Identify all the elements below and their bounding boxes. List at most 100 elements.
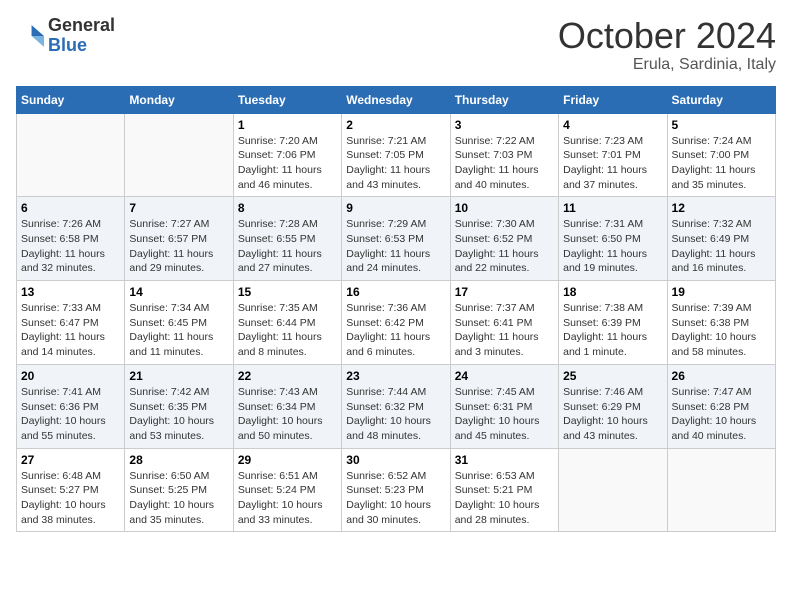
calendar-header-cell: Saturday (667, 86, 775, 113)
day-content: Sunrise: 7:47 AM Sunset: 6:28 PM Dayligh… (672, 385, 771, 444)
title-block: October 2024 Erula, Sardinia, Italy (558, 16, 776, 74)
day-number: 23 (346, 369, 445, 383)
calendar-week-row: 1Sunrise: 7:20 AM Sunset: 7:06 PM Daylig… (17, 113, 776, 197)
calendar-cell: 29Sunrise: 6:51 AM Sunset: 5:24 PM Dayli… (233, 448, 341, 532)
calendar-week-row: 20 Sunrise: 7:41 AM Sunset: 6:36 PM Dayli… (17, 364, 776, 448)
day-number: 18 (563, 285, 662, 299)
day-content: Sunrise: 7:34 AM Sunset: 6:45 PM Dayligh… (129, 301, 228, 360)
calendar-cell: 9 Sunrise: 7:29 AM Sunset: 6:53 PM Daylig… (342, 197, 450, 281)
day-content: Sunrise: 6:52 AM Sunset: 5:23 PM Dayligh… (346, 469, 445, 528)
day-number: 28 (129, 453, 228, 467)
day-content: Sunrise: 7:27 AM Sunset: 6:57 PM Dayligh… (129, 217, 228, 276)
calendar-cell: 19Sunrise: 7:39 AM Sunset: 6:38 PM Dayli… (667, 281, 775, 365)
day-content: Sunrise: 7:28 AM Sunset: 6:55 PM Dayligh… (238, 217, 337, 276)
calendar-cell (17, 113, 125, 197)
calendar-cell (125, 113, 233, 197)
day-number: 31 (455, 453, 554, 467)
logo-icon (16, 22, 44, 50)
day-number: 20 (21, 369, 120, 383)
calendar-header-cell: Thursday (450, 86, 558, 113)
day-content: Sunrise: 7:32 AM Sunset: 6:49 PM Dayligh… (672, 217, 771, 276)
day-content: Sunrise: 6:53 AM Sunset: 5:21 PM Dayligh… (455, 469, 554, 528)
day-content: Sunrise: 7:41 AM Sunset: 6:36 PM Dayligh… (21, 385, 120, 444)
day-content: Sunrise: 6:50 AM Sunset: 5:25 PM Dayligh… (129, 469, 228, 528)
calendar-table: SundayMondayTuesdayWednesdayThursdayFrid… (16, 86, 776, 533)
calendar-header-cell: Sunday (17, 86, 125, 113)
calendar-header-row: SundayMondayTuesdayWednesdayThursdayFrid… (17, 86, 776, 113)
day-number: 22 (238, 369, 337, 383)
day-content: Sunrise: 7:29 AM Sunset: 6:53 PM Dayligh… (346, 217, 445, 276)
day-number: 7 (129, 201, 228, 215)
calendar-cell: 6 Sunrise: 7:26 AM Sunset: 6:58 PM Daylig… (17, 197, 125, 281)
day-number: 25 (563, 369, 662, 383)
calendar-week-row: 27Sunrise: 6:48 AM Sunset: 5:27 PM Dayli… (17, 448, 776, 532)
calendar-cell: 24 Sunrise: 7:45 AM Sunset: 6:31 PM Dayli… (450, 364, 558, 448)
calendar-cell: 7 Sunrise: 7:27 AM Sunset: 6:57 PM Daylig… (125, 197, 233, 281)
day-number: 10 (455, 201, 554, 215)
day-number: 5 (672, 118, 771, 132)
month-title: October 2024 (558, 16, 776, 56)
calendar-cell: 2Sunrise: 7:21 AM Sunset: 7:05 PM Daylig… (342, 113, 450, 197)
day-number: 19 (672, 285, 771, 299)
day-number: 12 (672, 201, 771, 215)
calendar-cell: 28 Sunrise: 6:50 AM Sunset: 5:25 PM Dayli… (125, 448, 233, 532)
calendar-cell: 20 Sunrise: 7:41 AM Sunset: 6:36 PM Dayli… (17, 364, 125, 448)
location: Erula, Sardinia, Italy (558, 56, 776, 74)
calendar-cell (559, 448, 667, 532)
calendar-cell: 8 Sunrise: 7:28 AM Sunset: 6:55 PM Daylig… (233, 197, 341, 281)
day-content: Sunrise: 7:30 AM Sunset: 6:52 PM Dayligh… (455, 217, 554, 276)
day-number: 14 (129, 285, 228, 299)
calendar-cell (667, 448, 775, 532)
day-number: 11 (563, 201, 662, 215)
day-number: 26 (672, 369, 771, 383)
day-content: Sunrise: 6:51 AM Sunset: 5:24 PM Dayligh… (238, 469, 337, 528)
calendar-cell: 30 Sunrise: 6:52 AM Sunset: 5:23 PM Dayli… (342, 448, 450, 532)
calendar-cell: 27Sunrise: 6:48 AM Sunset: 5:27 PM Dayli… (17, 448, 125, 532)
calendar-header-cell: Tuesday (233, 86, 341, 113)
day-number: 16 (346, 285, 445, 299)
day-number: 9 (346, 201, 445, 215)
calendar-cell: 14 Sunrise: 7:34 AM Sunset: 6:45 PM Dayli… (125, 281, 233, 365)
day-number: 6 (21, 201, 120, 215)
calendar-cell: 17Sunrise: 7:37 AM Sunset: 6:41 PM Dayli… (450, 281, 558, 365)
day-number: 30 (346, 453, 445, 467)
day-content: Sunrise: 7:42 AM Sunset: 6:35 PM Dayligh… (129, 385, 228, 444)
calendar-header-cell: Friday (559, 86, 667, 113)
day-content: Sunrise: 7:45 AM Sunset: 6:31 PM Dayligh… (455, 385, 554, 444)
logo: General Blue (16, 16, 115, 56)
page-header: General Blue October 2024 Erula, Sardini… (16, 16, 776, 74)
calendar-cell: 12 Sunrise: 7:32 AM Sunset: 6:49 PM Dayli… (667, 197, 775, 281)
day-number: 24 (455, 369, 554, 383)
calendar-cell: 11 Sunrise: 7:31 AM Sunset: 6:50 PM Dayli… (559, 197, 667, 281)
calendar-cell: 22 Sunrise: 7:43 AM Sunset: 6:34 PM Dayli… (233, 364, 341, 448)
day-number: 1 (238, 118, 337, 132)
calendar-cell: 21Sunrise: 7:42 AM Sunset: 6:35 PM Dayli… (125, 364, 233, 448)
calendar-cell: 4 Sunrise: 7:23 AM Sunset: 7:01 PM Daylig… (559, 113, 667, 197)
day-content: Sunrise: 7:24 AM Sunset: 7:00 PM Dayligh… (672, 134, 771, 193)
day-content: Sunrise: 7:23 AM Sunset: 7:01 PM Dayligh… (563, 134, 662, 193)
day-number: 2 (346, 118, 445, 132)
day-number: 4 (563, 118, 662, 132)
calendar-cell: 18Sunrise: 7:38 AM Sunset: 6:39 PM Dayli… (559, 281, 667, 365)
calendar-cell: 5 Sunrise: 7:24 AM Sunset: 7:00 PM Daylig… (667, 113, 775, 197)
day-number: 13 (21, 285, 120, 299)
day-content: Sunrise: 7:26 AM Sunset: 6:58 PM Dayligh… (21, 217, 120, 276)
day-number: 8 (238, 201, 337, 215)
calendar-cell: 3Sunrise: 7:22 AM Sunset: 7:03 PM Daylig… (450, 113, 558, 197)
calendar-body: 1Sunrise: 7:20 AM Sunset: 7:06 PM Daylig… (17, 113, 776, 532)
calendar-cell: 1Sunrise: 7:20 AM Sunset: 7:06 PM Daylig… (233, 113, 341, 197)
day-content: Sunrise: 6:48 AM Sunset: 5:27 PM Dayligh… (21, 469, 120, 528)
calendar-cell: 25Sunrise: 7:46 AM Sunset: 6:29 PM Dayli… (559, 364, 667, 448)
day-content: Sunrise: 7:43 AM Sunset: 6:34 PM Dayligh… (238, 385, 337, 444)
calendar-cell: 10 Sunrise: 7:30 AM Sunset: 6:52 PM Dayli… (450, 197, 558, 281)
calendar-header-cell: Monday (125, 86, 233, 113)
calendar-cell: 23Sunrise: 7:44 AM Sunset: 6:32 PM Dayli… (342, 364, 450, 448)
calendar-cell: 26 Sunrise: 7:47 AM Sunset: 6:28 PM Dayli… (667, 364, 775, 448)
calendar-cell: 13Sunrise: 7:33 AM Sunset: 6:47 PM Dayli… (17, 281, 125, 365)
calendar-cell: 15Sunrise: 7:35 AM Sunset: 6:44 PM Dayli… (233, 281, 341, 365)
calendar-cell: 16Sunrise: 7:36 AM Sunset: 6:42 PM Dayli… (342, 281, 450, 365)
calendar-header-cell: Wednesday (342, 86, 450, 113)
calendar-cell: 31 Sunrise: 6:53 AM Sunset: 5:21 PM Dayli… (450, 448, 558, 532)
logo-text: General Blue (48, 16, 115, 56)
day-content: Sunrise: 7:31 AM Sunset: 6:50 PM Dayligh… (563, 217, 662, 276)
